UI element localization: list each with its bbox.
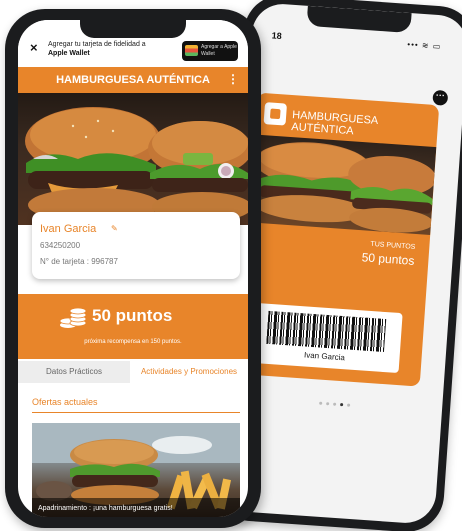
app-title: HAMBURGUESA AUTÉNTICA [56, 74, 210, 86]
add-to-wallet-label: Agregar a Apple Wallet [201, 44, 237, 57]
wallet-banner-text: Agregar tu tarjeta de fidelidad a [48, 41, 146, 48]
ellipsis-icon[interactable]: ··· [432, 89, 449, 106]
page-dot [346, 403, 350, 407]
pass-points-label: TUS PUNTOS [370, 240, 416, 251]
add-to-wallet-button[interactable]: Agregar a Apple Wallet [182, 41, 238, 61]
pencil-icon[interactable]: ✎ [111, 224, 118, 233]
front-phone-screen: × Agregar tu tarjeta de fidelidad a Appl… [18, 20, 248, 517]
phone-notch [306, 5, 412, 34]
points-band: 50 puntos próxima recompensa en 150 punt… [18, 294, 248, 359]
barcode-icon [266, 310, 387, 353]
page-dot [325, 402, 329, 406]
barcode-box: Ivan Garcia [248, 302, 403, 374]
wallet-banner-title: Apple Wallet [48, 50, 90, 57]
offer-caption: Apadrinamiento : ¡una hamburguesa gratis… [38, 505, 173, 512]
coins-icon [59, 307, 87, 328]
page-dot [318, 401, 322, 405]
tab-datos-practicos[interactable]: Datos Prácticos [18, 361, 130, 383]
section-divider [32, 412, 240, 413]
offer-card[interactable]: Apadrinamiento : ¡una hamburguesa gratis… [32, 423, 240, 517]
kebab-icon[interactable]: ⋮ [227, 72, 239, 86]
profile-card: Ivan Garcia ✎ 634250200 N° de tarjeta : … [32, 212, 240, 279]
profile-phone: 634250200 [40, 241, 81, 250]
phone-notch [80, 20, 186, 38]
close-icon[interactable]: × [30, 41, 38, 54]
offers-section-title: Ofertas actuales [32, 397, 98, 407]
page-dot [332, 402, 336, 406]
tab-bar: Datos Prácticos Actividades y Promocione… [18, 361, 248, 383]
pass-points-value: 50 puntos [361, 250, 415, 268]
next-reward-text: próxima recompensa en 150 puntos. [84, 339, 182, 345]
app-header: HAMBURGUESA AUTÉNTICA ⋮ [18, 67, 248, 93]
tab-actividades-promociones[interactable]: Actividades y Promociones [130, 361, 248, 383]
pass-burger-image [248, 134, 437, 235]
wallet-pass-card[interactable]: HAMBURGUESA AUTÉNTICA TUS PUNTOS 50 punt… [238, 92, 440, 387]
points-value: 50 puntos [92, 306, 173, 325]
status-time: 18 [271, 30, 283, 42]
status-icons: ••• ≋ ▭ [407, 39, 442, 52]
card-number: N° de tarjeta : 996787 [40, 257, 118, 266]
brand-logo-icon [263, 102, 288, 126]
front-phone: × Agregar tu tarjeta de fidelidad a Appl… [5, 9, 261, 528]
wallet-icon [185, 45, 198, 56]
profile-name: Ivan Garcia [40, 223, 97, 235]
page-dot-active [339, 403, 343, 407]
hero-burger-image [18, 93, 248, 225]
